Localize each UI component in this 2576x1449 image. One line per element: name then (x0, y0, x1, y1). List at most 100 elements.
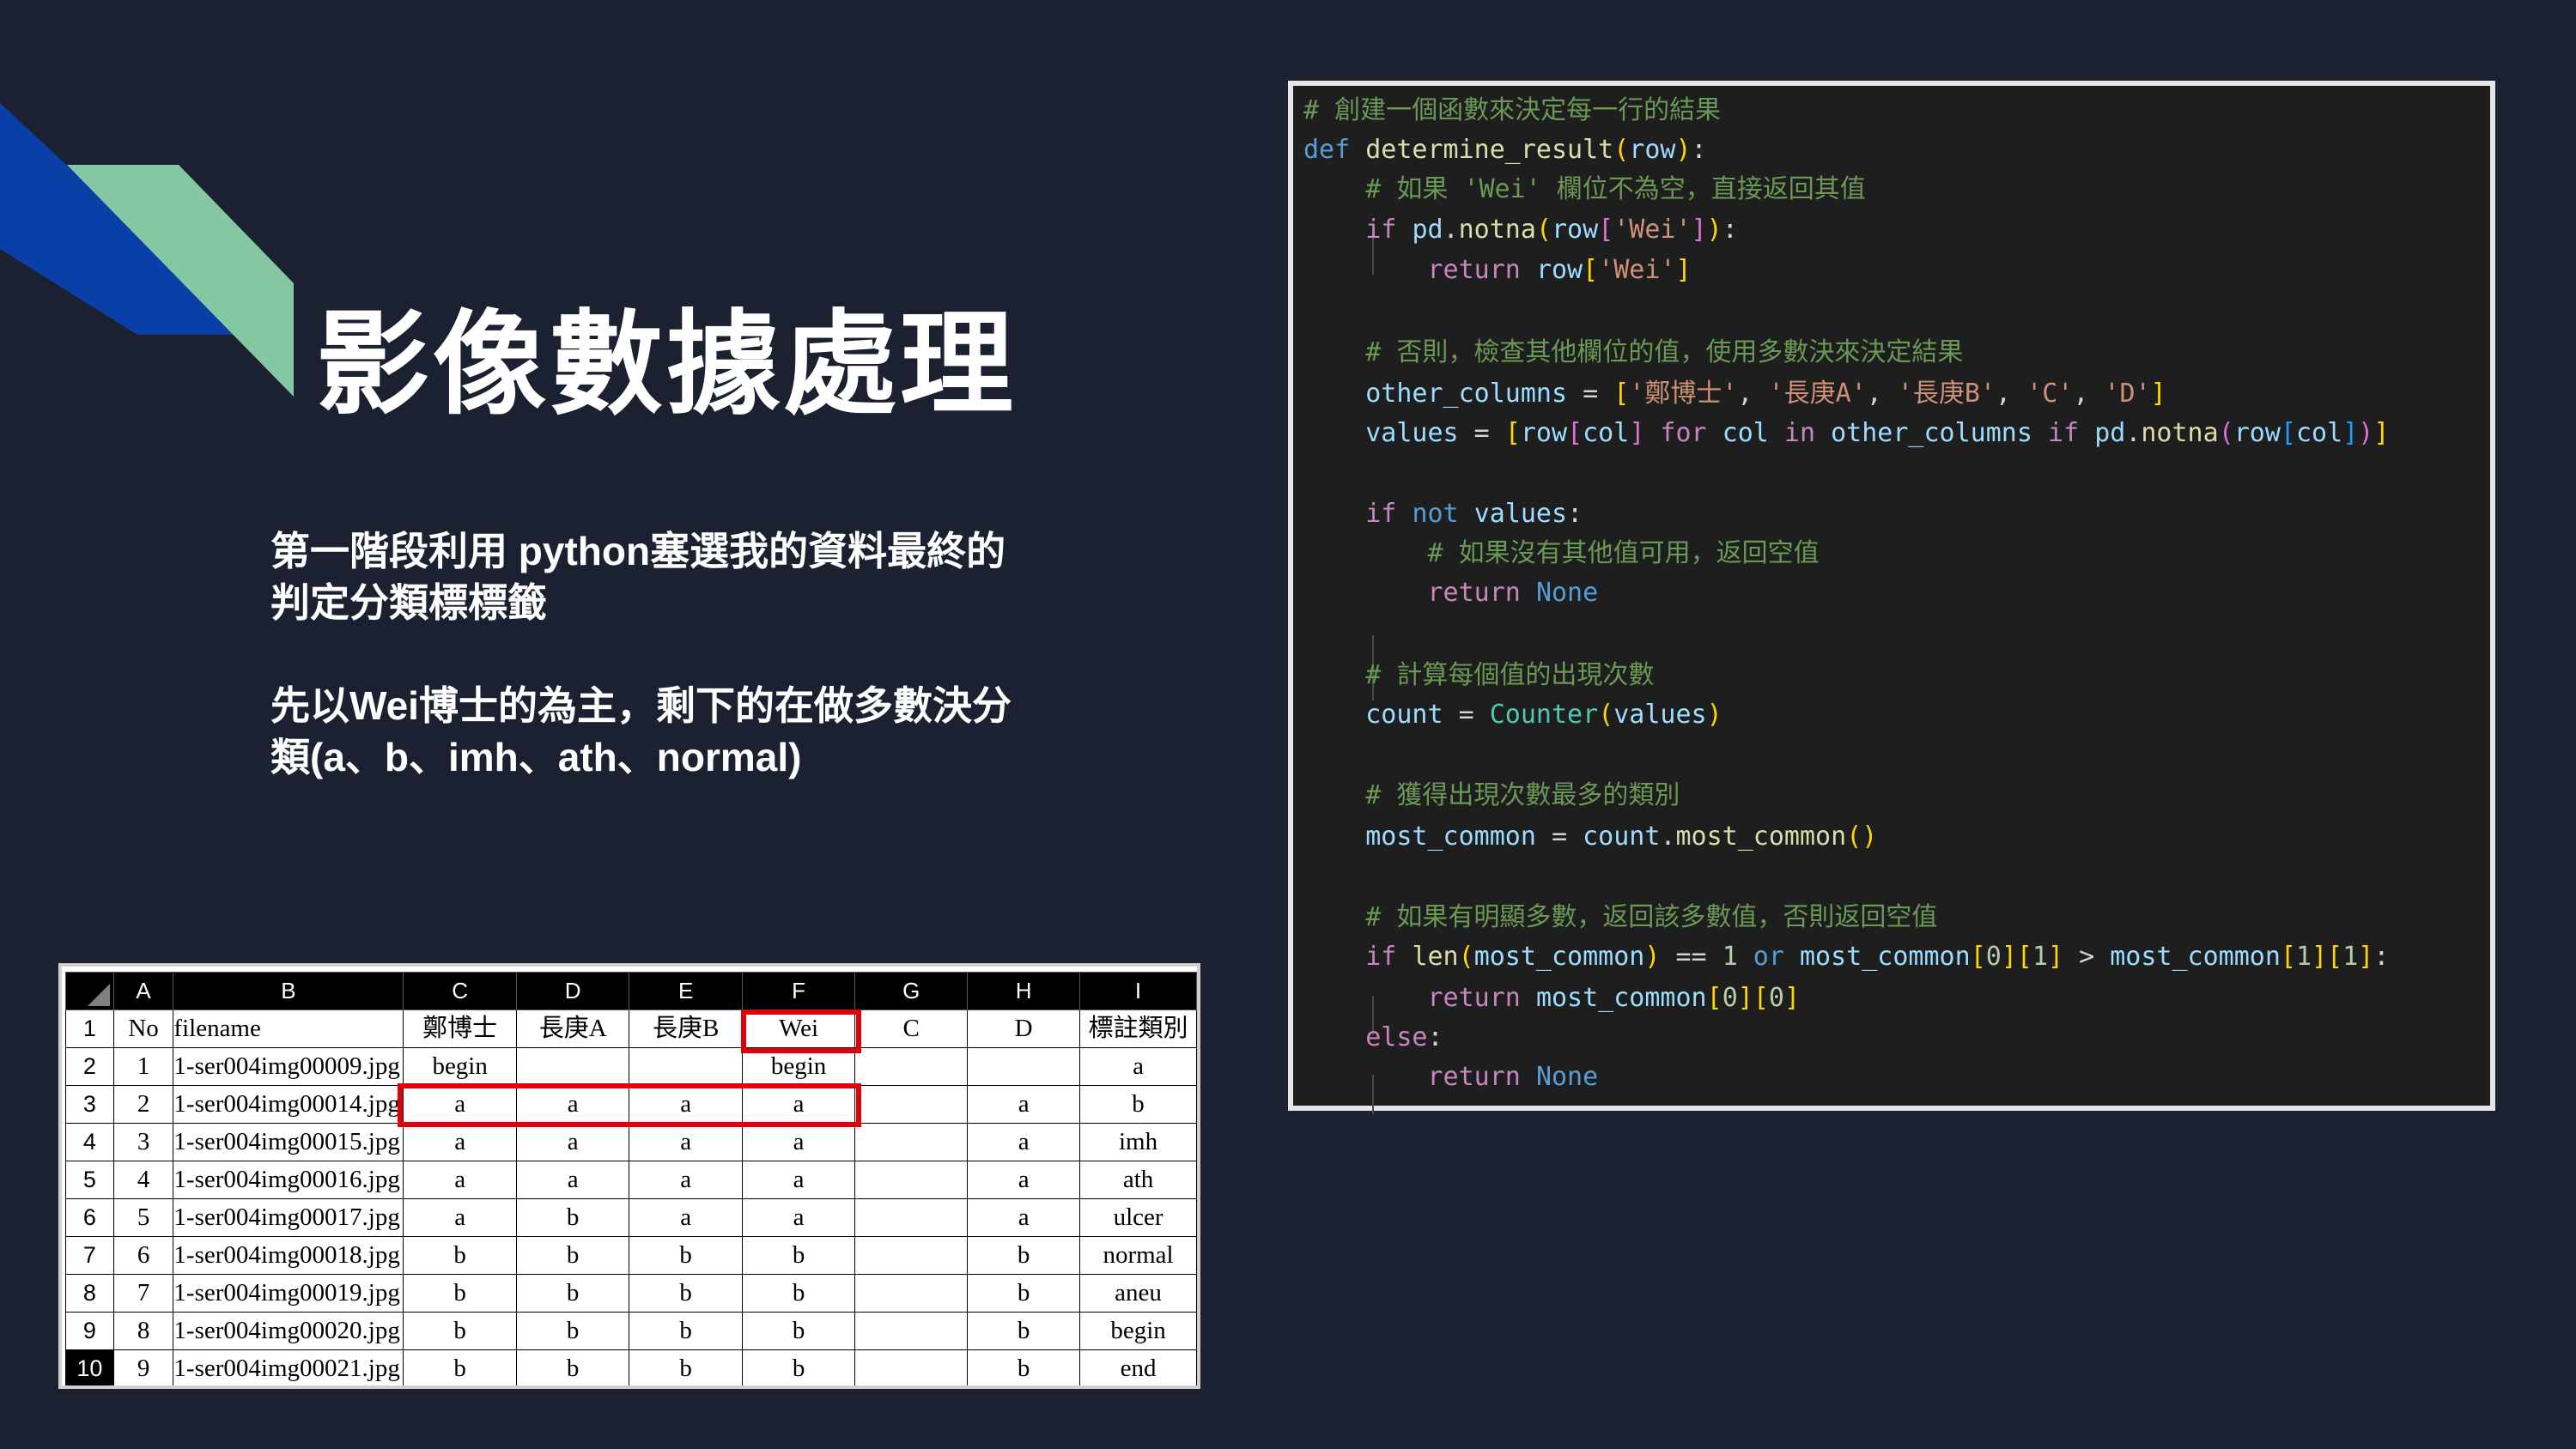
code-token: ) (1644, 942, 1661, 972)
code-token: not (1412, 499, 1474, 529)
code-line: # 否則，檢查其他欄位的值，使用多數決來決定結果 (1303, 333, 1963, 373)
sheet-cell: end (1079, 1349, 1197, 1385)
row-number: 9 (65, 1312, 114, 1350)
code-token: [ (2327, 942, 2343, 972)
sheet-cell: 鄭博士 (403, 1009, 517, 1048)
column-letter: A (112, 972, 174, 1010)
code-token: row (2233, 418, 2281, 448)
code-line: # 創建一個函數來決定每一行的結果 (1303, 91, 1721, 130)
sheet-cell: b (967, 1274, 1081, 1313)
code-token: 1 (2296, 942, 2312, 972)
code-token: notna (1458, 215, 1536, 245)
code-token: ] (2048, 942, 2064, 972)
code-token: [ (2016, 942, 2032, 972)
sheet-cell: a (629, 1161, 743, 1199)
code-line: return most_common[0][0] (1303, 979, 1800, 1018)
sheet-cell: C (854, 1009, 969, 1048)
column-letter: D (515, 972, 630, 1010)
sheet-cell: a (629, 1085, 743, 1124)
sheet-cell: a (741, 1085, 856, 1124)
column-letter: I (1079, 972, 1197, 1010)
code-token: # 計算每個值的出現次數 (1303, 660, 1655, 690)
code-token: : (1567, 499, 1583, 529)
code-token: ) (1675, 135, 1692, 165)
code-token: col (1722, 418, 1769, 448)
code-token: ] (1783, 983, 1800, 1013)
description-line: 類(a、b、imh、ath、normal) (270, 735, 802, 779)
sheet-cell: begin (741, 1047, 856, 1086)
code-token: . (2125, 418, 2142, 448)
code-token: [ (1567, 418, 1583, 448)
column-letter: B (173, 972, 404, 1010)
code-line: return None (1303, 1058, 1598, 1097)
code-token: ] (2312, 942, 2328, 972)
code-token: [ (1504, 418, 1521, 448)
sheet-cell: a (629, 1123, 743, 1161)
sheet-cell: 1-ser004img00014.jpg (173, 1085, 404, 1124)
code-token: other_columns (1831, 418, 2032, 448)
code-token: # 創建一個函數來決定每一行的結果 (1303, 95, 1722, 125)
sheet-cell: b (403, 1312, 517, 1350)
code-token: values (1613, 700, 1707, 730)
row-number: 2 (65, 1047, 114, 1086)
select-all-corner (65, 972, 114, 1010)
sheet-cell: a (741, 1198, 856, 1237)
code-token: col (1583, 418, 1630, 448)
code-token: ] (1691, 215, 1707, 245)
code-token: 0 (1985, 942, 2002, 972)
sheet-cell: 1-ser004img00018.jpg (173, 1236, 404, 1275)
row-number: 10 (65, 1349, 114, 1385)
sheet-data-row: 9 8 1-ser004img00020.jpg b b b b b begin (65, 1312, 1197, 1350)
code-token: 1 (2342, 942, 2359, 972)
code-line: return None (1303, 573, 1598, 613)
code-token: ( (1613, 135, 1630, 165)
code-token: 1 (2032, 942, 2048, 972)
code-token: 'C' (2026, 379, 2074, 409)
sheet-cell: a (629, 1198, 743, 1237)
sheet-cell: b (515, 1312, 630, 1350)
sheet-cell (854, 1236, 969, 1275)
sheet-cell: 1-ser004img00015.jpg (173, 1123, 404, 1161)
code-token: [ (1598, 215, 1614, 245)
code-token: notna (2141, 418, 2219, 448)
sheet-cell: a (967, 1161, 1081, 1199)
sheet-cell: 標註類別 (1079, 1009, 1197, 1048)
row-number: 3 (65, 1085, 114, 1124)
sheet-cell: b (967, 1236, 1081, 1275)
code-line: if len(most_common) == 1 or most_common[… (1303, 937, 2389, 977)
description-line: 先以Wei博士的為主，剩下的在做多數決分 (270, 683, 1012, 728)
code-token: [ (1583, 255, 1599, 285)
code-line: values = [row[col] for col in other_colu… (1303, 414, 2389, 453)
sheet-cell: a (403, 1161, 517, 1199)
sheet-cell (854, 1085, 969, 1124)
sheet-cell: b (741, 1274, 856, 1313)
code-token: , (1866, 379, 1898, 409)
code-line: most_common = count.most_common() (1303, 817, 1877, 857)
code-token: 0 (1722, 983, 1738, 1013)
code-token: col (2296, 418, 2343, 448)
code-token: most_common (1675, 822, 1847, 852)
code-token: values (1303, 418, 1459, 448)
code-token: row (1535, 255, 1583, 285)
sheet-header-row: 1 No filename 鄭博士 長庚A 長庚B Wei C D 標註類別 (65, 1009, 1197, 1048)
sheet-cell: filename (173, 1009, 404, 1048)
code-token: most_common (2110, 942, 2281, 972)
row-number: 1 (65, 1009, 114, 1048)
code-token: 'Wei' (1598, 255, 1676, 285)
code-token: ] (2373, 418, 2390, 448)
sheet-cell: a (515, 1123, 630, 1161)
code-token: ] (2342, 418, 2359, 448)
description-line: 判定分類標標籤 (270, 580, 547, 625)
row-number: 8 (65, 1274, 114, 1313)
sheet-cell (967, 1047, 1081, 1086)
sheet-cell (629, 1047, 743, 1086)
code-token: if (2032, 418, 2095, 448)
code-token: [ (1706, 983, 1722, 1013)
sheet-data-row: 8 7 1-ser004img00019.jpg b b b b b aneu (65, 1274, 1197, 1313)
sheet-cell: 1 (112, 1047, 174, 1086)
sheet-data-row: 4 3 1-ser004img00015.jpg a a a a a imh (65, 1123, 1197, 1161)
sheet-cell: b (741, 1236, 856, 1275)
sheet-cell: 1-ser004img00017.jpg (173, 1198, 404, 1237)
code-token: # 如果沒有其他值可用，返回空值 (1303, 538, 1820, 568)
code-token: def (1303, 135, 1366, 165)
